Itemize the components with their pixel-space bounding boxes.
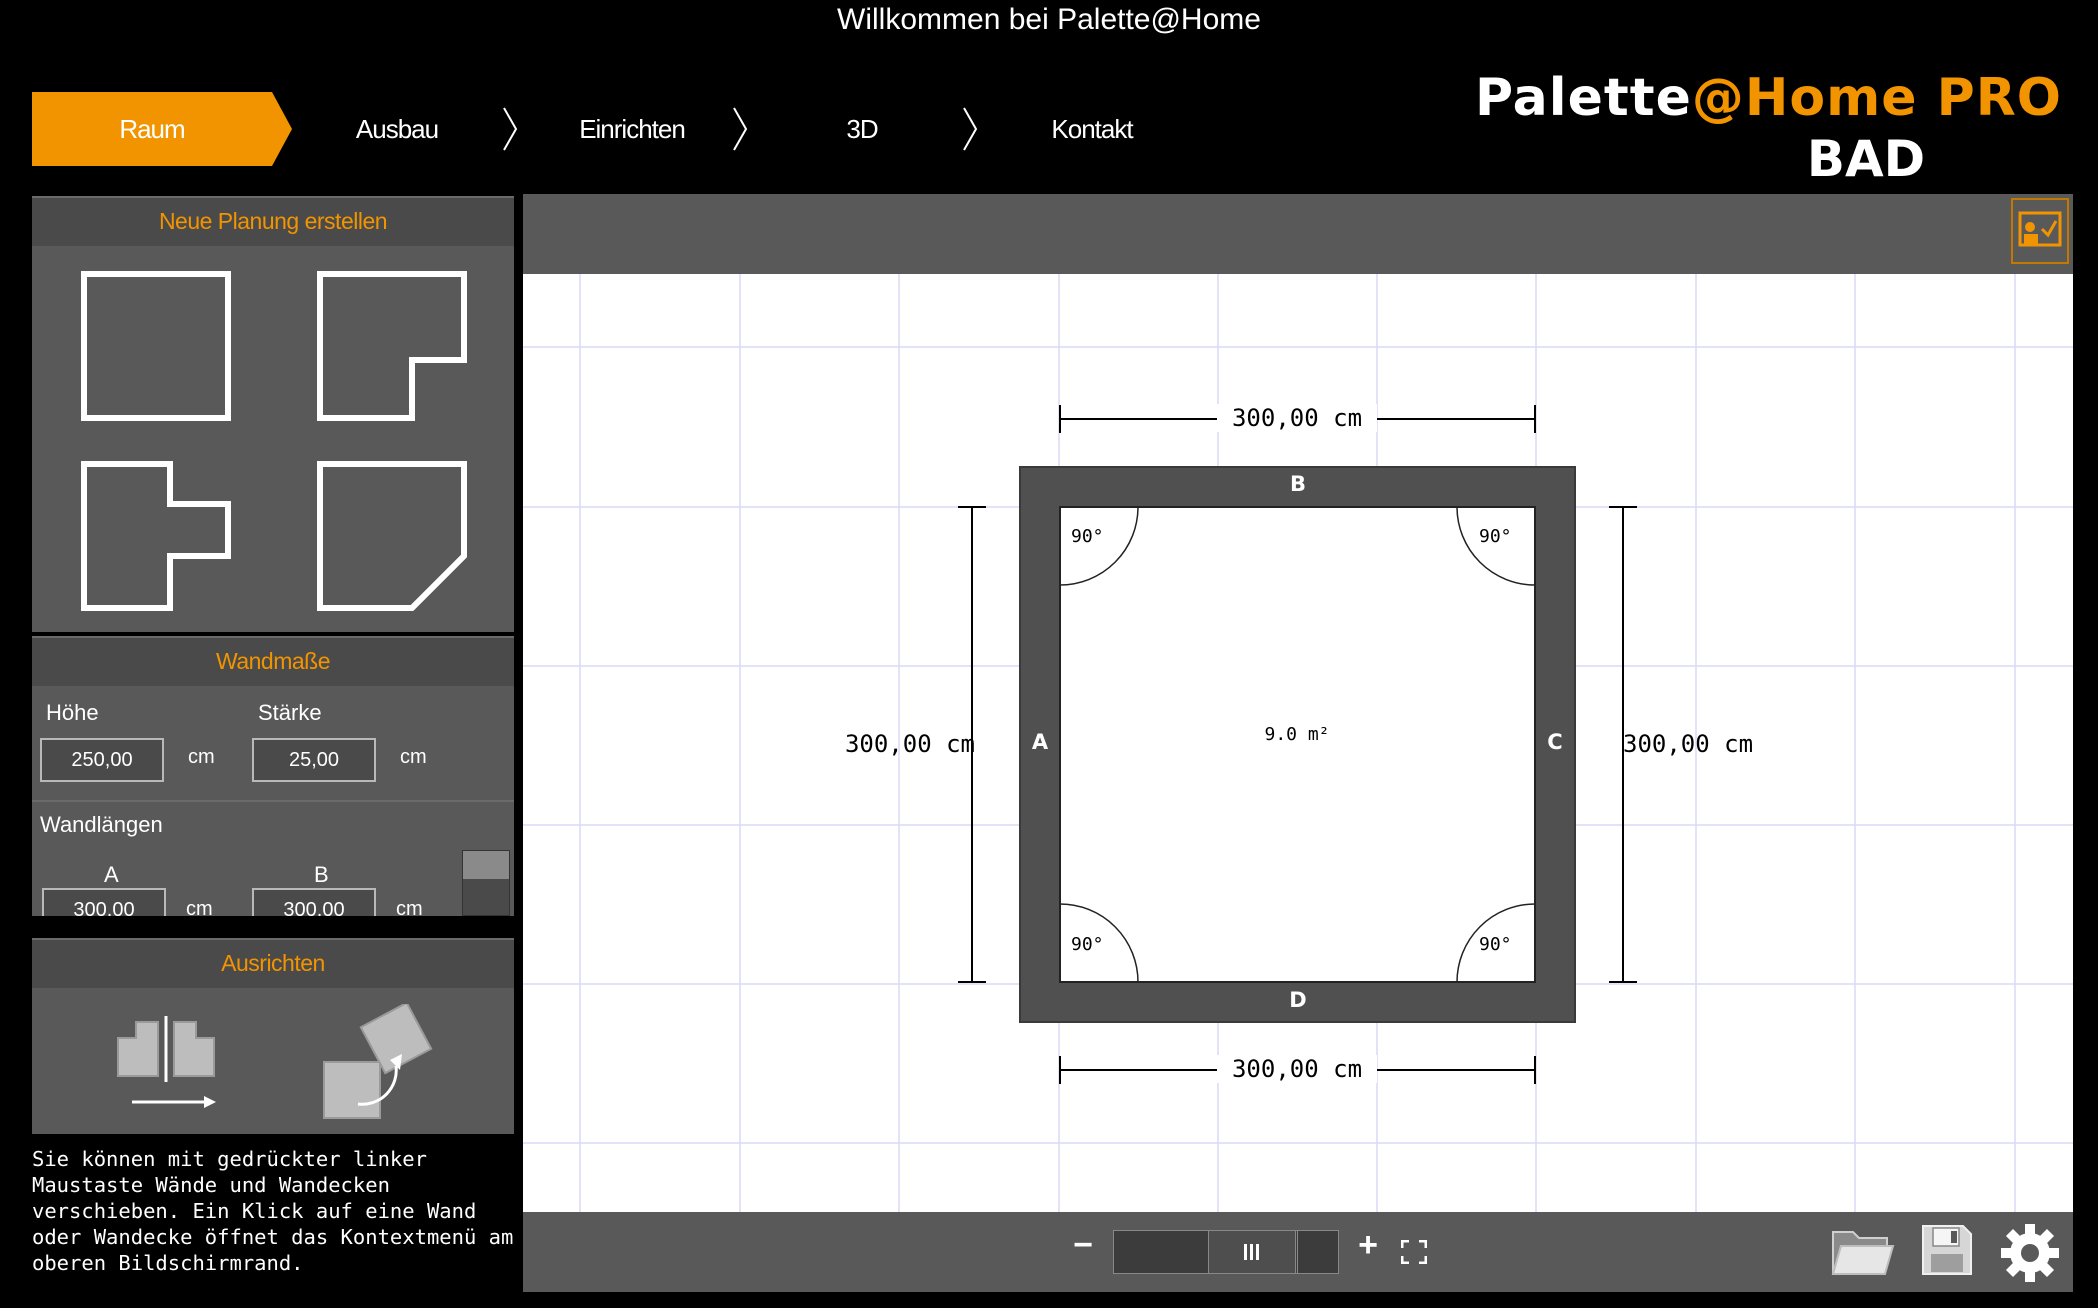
scrollbar-thumb[interactable] <box>463 851 509 879</box>
zoom-slider[interactable] <box>1113 1230 1339 1274</box>
grip-icon <box>1244 1244 1259 1260</box>
mirror-icon[interactable] <box>112 1014 232 1120</box>
wall-lengths-panel: Wandlängen A cm B cm <box>32 802 514 916</box>
angle-label-bottom-right: 90° <box>1479 934 1512 955</box>
save-icon[interactable] <box>1919 1222 1975 1278</box>
align-header: Ausrichten <box>32 938 514 990</box>
wall-label-b[interactable]: B <box>1283 472 1313 496</box>
angle-label-top-left: 90° <box>1071 526 1104 547</box>
window-title: Willkommen bei Palette@Home <box>837 3 1261 36</box>
wall-a-label: A <box>104 862 119 887</box>
wall-b-length-input[interactable] <box>252 888 376 916</box>
wall-b-label: B <box>314 862 329 887</box>
wall-label-a[interactable]: A <box>1025 730 1055 754</box>
help-text: Sie können mit gedrückter linker Maustas… <box>32 1147 514 1275</box>
chevron-right-icon <box>503 107 518 151</box>
wall-a-unit: cm <box>186 898 213 916</box>
dim-top-label[interactable]: 300,00 cm <box>1217 404 1377 432</box>
folder-icon[interactable] <box>1831 1224 1895 1278</box>
thickness-input[interactable] <box>252 738 376 782</box>
nav-step-einrichten[interactable]: Einrichten <box>552 92 712 166</box>
dim-right-label[interactable]: 300,00 cm <box>1623 730 1793 758</box>
wall-lengths-label: Wandlängen <box>40 812 163 837</box>
angle-label-bottom-left: 90° <box>1071 934 1104 955</box>
new-plan-header: Neue Planung erstellen <box>32 196 514 248</box>
t-shaped-room-icon[interactable] <box>76 456 236 616</box>
logo-text-home-pro: @Home PRO <box>1691 68 2062 128</box>
height-label: Höhe <box>46 700 99 725</box>
logo-subtitle: BAD <box>1806 130 1926 188</box>
presentation-button[interactable] <box>2011 198 2069 264</box>
nav-step-3d[interactable]: 3D <box>812 92 912 166</box>
wall-a-length-input[interactable] <box>42 888 166 916</box>
thickness-label: Stärke <box>258 700 322 725</box>
presentation-icon <box>2018 211 2062 247</box>
floor-plan-canvas[interactable]: 300,00 cm 300,00 cm 300,00 cm 300,00 cm … <box>523 274 2073 1212</box>
fit-screen-icon[interactable] <box>1401 1240 1427 1264</box>
wall-dimensions-panel: Höhe cm Stärke cm <box>32 686 514 800</box>
canvas-toolbar-bottom: − + <box>523 1212 2073 1292</box>
right-edge <box>2073 194 2098 1292</box>
room-area-label: 9.0 m² <box>1264 724 1330 745</box>
scrollbar[interactable] <box>462 850 510 916</box>
l-shaped-room-icon[interactable] <box>312 266 472 426</box>
chevron-right-icon <box>963 107 978 151</box>
nav-step-kontakt[interactable]: Kontakt <box>1022 92 1162 166</box>
chevron-right-icon <box>733 107 748 151</box>
align-panel <box>32 988 514 1134</box>
square-room-icon[interactable] <box>76 266 236 426</box>
wall-dimensions-header: Wandmaße <box>32 636 514 688</box>
zoom-slider-handle[interactable] <box>1208 1231 1296 1273</box>
logo-text-palette: Palette <box>1474 68 1692 128</box>
height-unit: cm <box>188 746 215 768</box>
app-logo: Palette@Home PRO <box>1475 68 2062 128</box>
wall-b-unit: cm <box>396 898 423 916</box>
zoom-out-button[interactable]: − <box>1063 1226 1103 1265</box>
chamfered-room-icon[interactable] <box>312 456 472 616</box>
nav-step-ausbau[interactable]: Ausbau <box>332 92 462 166</box>
room-shape-panel <box>32 246 514 632</box>
rotate-icon[interactable] <box>318 1004 448 1128</box>
gear-icon[interactable] <box>1999 1222 2061 1284</box>
wall-label-d[interactable]: D <box>1283 988 1313 1012</box>
canvas-toolbar-top <box>523 194 2073 274</box>
height-input[interactable] <box>40 738 164 782</box>
thickness-unit: cm <box>400 746 427 768</box>
angle-label-top-right: 90° <box>1479 526 1512 547</box>
dim-left-label[interactable]: 300,00 cm <box>815 730 975 758</box>
wall-label-c[interactable]: C <box>1540 730 1570 754</box>
nav-step-raum[interactable]: Raum <box>32 92 292 166</box>
dim-bottom-label[interactable]: 300,00 cm <box>1217 1055 1377 1083</box>
zoom-in-button[interactable]: + <box>1343 1226 1393 1265</box>
